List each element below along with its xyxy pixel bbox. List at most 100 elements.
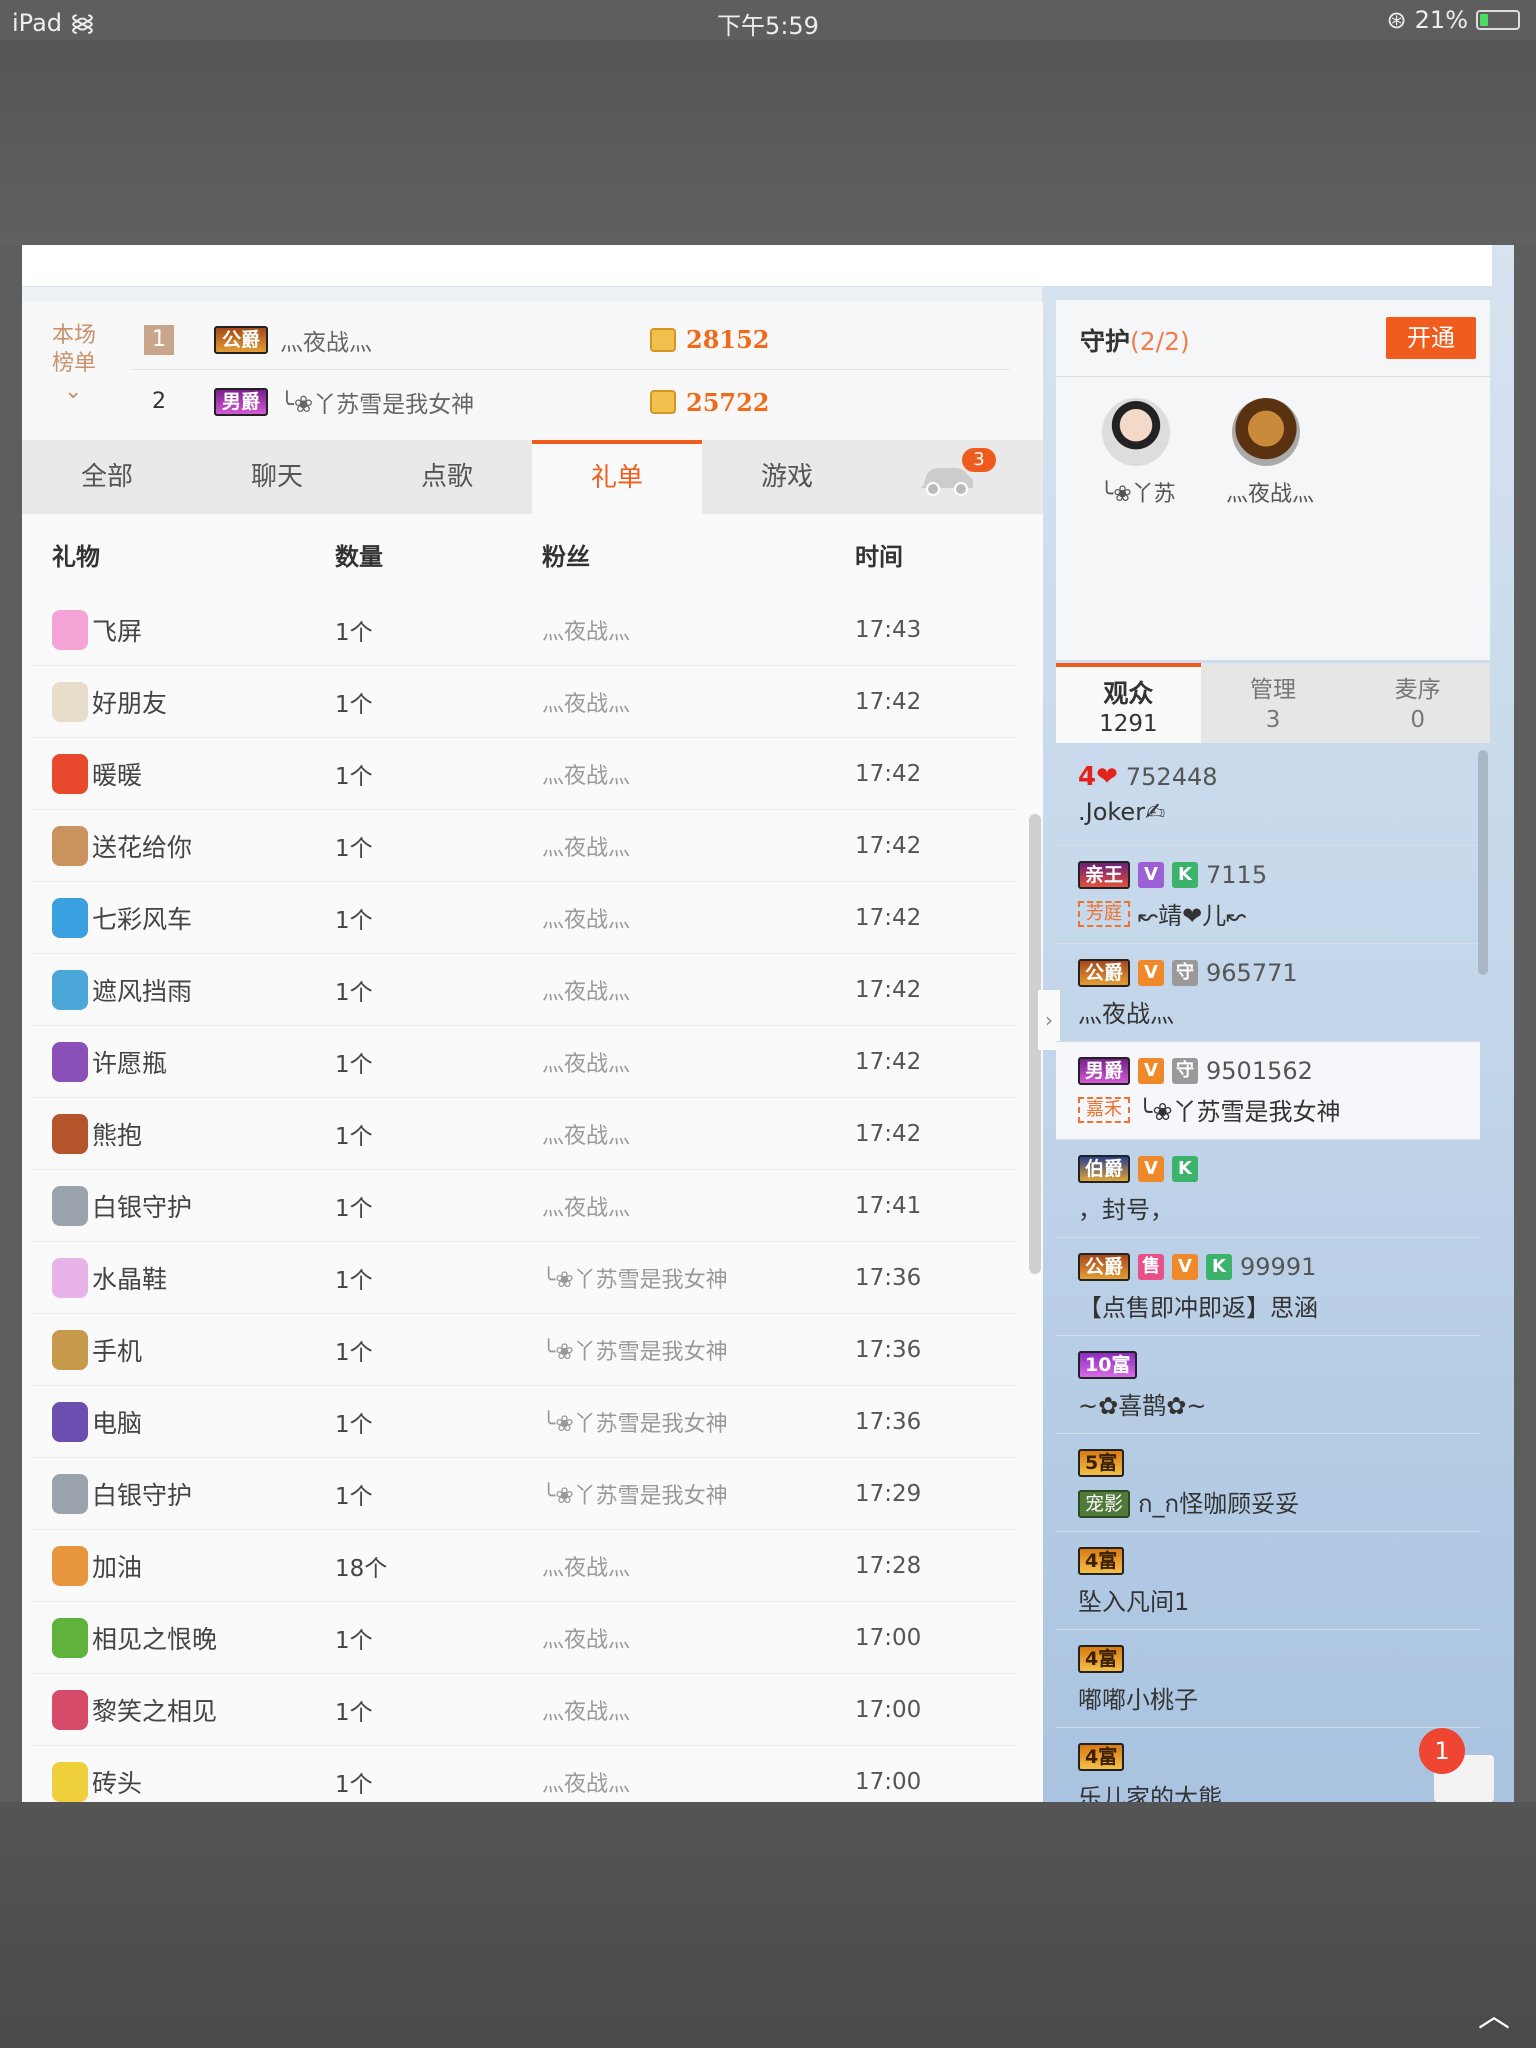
rich-badge: 10富 xyxy=(1078,1351,1138,1379)
qty-cell: 1个 xyxy=(335,1267,373,1294)
time-cell: 17:36 xyxy=(855,1264,922,1291)
rich-badge: 5富 xyxy=(1078,1449,1125,1477)
gift-icon xyxy=(52,1041,88,1082)
top-strip xyxy=(22,245,1492,287)
audience-list: 4❤ 752448 .Joker✍ 亲王 V K 7115 芳庭 ↜靖❤儿↜ 公爵 V 守 96… xyxy=(1056,748,1480,1802)
qty-cell: 1个 xyxy=(335,835,373,862)
time-cell: 17:42 xyxy=(855,1048,922,1075)
gift-cell: 熊抱 xyxy=(52,1113,142,1154)
fan-cell: 灬夜战灬 xyxy=(542,1771,631,1797)
gift-cell: 黎笑之相见 xyxy=(52,1689,217,1730)
qty-cell: 1个 xyxy=(335,1627,373,1654)
col-fan: 粉丝 xyxy=(542,542,590,571)
audience-item[interactable]: 公爵 V 守 965771 灬夜战灬 xyxy=(1056,944,1480,1042)
gift-cell: 暖暖 xyxy=(52,753,142,794)
audience-item[interactable]: 10富 ~✿喜鹊✿~ xyxy=(1056,1336,1480,1434)
audience-item[interactable]: 4富 乐儿家的大熊 xyxy=(1056,1728,1480,1802)
table-row[interactable]: 水晶鞋 1个 ╰❀丫苏雪是我女神 17:36 xyxy=(32,1242,1017,1314)
gift-cell: 遮风挡雨 xyxy=(52,969,192,1010)
open-guard-button[interactable]: 开通 xyxy=(1386,317,1476,359)
guard-title: 守护(2/2) xyxy=(1080,327,1190,356)
gift-cell: 电脑 xyxy=(52,1401,142,1442)
guard-avatar[interactable] xyxy=(1102,398,1170,466)
audience-scrollbar[interactable] xyxy=(1478,750,1488,975)
gift-cell: 白银守护 xyxy=(52,1473,192,1514)
guard-badge: 守 xyxy=(1172,1058,1199,1084)
qty-cell: 1个 xyxy=(335,763,373,790)
gift-cell: 加油 xyxy=(52,1545,142,1586)
tab-game[interactable]: 游戏 xyxy=(702,440,872,514)
col-qty: 数量 xyxy=(335,542,383,571)
guard-avatar[interactable] xyxy=(1232,398,1300,466)
table-row[interactable]: 砖头 1个 灬夜战灬 17:00 xyxy=(32,1746,1017,1802)
tab-audience[interactable]: 观众 1291 xyxy=(1056,663,1201,743)
fan-cell: 灬夜战灬 xyxy=(542,1627,631,1653)
tab-gift-list[interactable]: 礼单 xyxy=(532,440,702,514)
table-row[interactable]: 好朋友 1个 灬夜战灬 17:42 xyxy=(32,666,1017,738)
vip-badge: V xyxy=(1138,1156,1165,1182)
fan-cell: 灬夜战灬 xyxy=(542,619,631,645)
chevron-up-icon[interactable]: ︿ xyxy=(1478,1990,1510,2036)
audience-item[interactable]: 亲王 V K 7115 芳庭 ↜靖❤儿↜ xyxy=(1056,846,1480,944)
audience-item[interactable]: 4富 坠入凡间1 xyxy=(1056,1532,1480,1630)
coin-icon xyxy=(650,327,676,352)
table-row[interactable]: 白银守护 1个 ╰❀丫苏雪是我女神 17:29 xyxy=(32,1458,1017,1530)
rank-row[interactable]: 2 男爵 ╰❀丫苏雪是我女神 25722 xyxy=(130,372,1010,432)
sell-badge: 售 xyxy=(1138,1254,1165,1280)
table-row[interactable]: 飞屏 1个 灬夜战灬 17:43 xyxy=(32,594,1017,666)
table-row[interactable]: 相见之恨晚 1个 灬夜战灬 17:00 xyxy=(32,1602,1017,1674)
fan-cell: 灬夜战灬 xyxy=(542,907,631,933)
audience-item[interactable]: 4❤ 752448 .Joker✍ xyxy=(1056,748,1480,846)
title-badge: 公爵 xyxy=(214,325,269,354)
table-row[interactable]: 熊抱 1个 灬夜战灬 17:42 xyxy=(32,1098,1017,1170)
audience-item[interactable]: 5富 宠影 ก_ก怪咖顾妥妥 xyxy=(1056,1434,1480,1532)
table-row[interactable]: 送花给你 1个 灬夜战灬 17:42 xyxy=(32,810,1017,882)
audience-item[interactable]: 公爵售 V K 99991 【点售即冲即返】思涵 xyxy=(1056,1238,1480,1336)
audience-item[interactable]: 男爵 V 守 9501562 嘉禾 ╰❀丫苏雪是我女神 xyxy=(1056,1042,1480,1140)
title-badge: 男爵 xyxy=(1078,1057,1131,1085)
fan-cell: 灬夜战灬 xyxy=(542,1123,631,1149)
rank-label[interactable]: 本场榜单 ⌄ xyxy=(52,322,106,406)
time-cell: 17:36 xyxy=(855,1336,922,1363)
gift-icon xyxy=(52,1185,88,1226)
rank-position: 1 xyxy=(144,324,174,355)
rank-row[interactable]: 1 公爵 灬夜战灬 28152 xyxy=(130,310,1010,370)
gift-icon xyxy=(52,1257,88,1298)
table-row[interactable]: 暖暖 1个 灬夜战灬 17:42 xyxy=(32,738,1017,810)
tab-chat[interactable]: 聊天 xyxy=(192,440,362,514)
time-cell: 17:00 xyxy=(855,1624,922,1651)
gift-icon xyxy=(52,1545,88,1586)
guard-badge: 守 xyxy=(1172,960,1199,986)
fan-cell: 灬夜战灬 xyxy=(542,763,631,789)
gift-cell: 手机 xyxy=(52,1329,142,1370)
tab-all[interactable]: 全部 xyxy=(22,440,192,514)
tab-mic-queue[interactable]: 麦序 0 xyxy=(1345,663,1490,743)
table-row[interactable]: 七彩风车 1个 灬夜战灬 17:42 xyxy=(32,882,1017,954)
gift-icon xyxy=(52,1113,88,1154)
audience-item[interactable]: 4富 嘟嘟小桃子 xyxy=(1056,1630,1480,1728)
battery-icon xyxy=(1476,10,1520,30)
table-row[interactable]: 加油 18个 灬夜战灬 17:28 xyxy=(32,1530,1017,1602)
tab-song[interactable]: 点歌 xyxy=(362,440,532,514)
qty-cell: 1个 xyxy=(335,1339,373,1366)
table-row[interactable]: 黎笑之相见 1个 灬夜战灬 17:00 xyxy=(32,1674,1017,1746)
coin-total: 25722 xyxy=(650,388,770,417)
table-row[interactable]: 许愿瓶 1个 灬夜战灬 17:42 xyxy=(32,1026,1017,1098)
table-row[interactable]: 手机 1个 ╰❀丫苏雪是我女神 17:36 xyxy=(32,1314,1017,1386)
table-row[interactable]: 电脑 1个 ╰❀丫苏雪是我女神 17:36 xyxy=(32,1386,1017,1458)
fan-cell: 灬夜战灬 xyxy=(542,691,631,717)
tab-admin[interactable]: 管理 3 xyxy=(1201,663,1346,743)
family-badge: 芳庭 xyxy=(1078,900,1130,927)
audience-item[interactable]: 伯爵 V K ，封号， xyxy=(1056,1140,1480,1238)
rich-badge: 4富 xyxy=(1078,1645,1125,1673)
gift-icon xyxy=(52,609,88,650)
guard-name: ╰❀丫苏 xyxy=(1100,482,1176,507)
k-badge: K xyxy=(1206,1254,1233,1280)
table-row[interactable]: 白银守护 1个 灬夜战灬 17:41 xyxy=(32,1170,1017,1242)
gift-icon xyxy=(52,1761,88,1802)
fan-cell: 灬夜战灬 xyxy=(542,1699,631,1725)
table-row[interactable]: 遮风挡雨 1个 灬夜战灬 17:42 xyxy=(32,954,1017,1026)
qty-cell: 1个 xyxy=(335,1771,373,1798)
time-cell: 17:00 xyxy=(855,1696,922,1723)
qty-cell: 1个 xyxy=(335,1051,373,1078)
